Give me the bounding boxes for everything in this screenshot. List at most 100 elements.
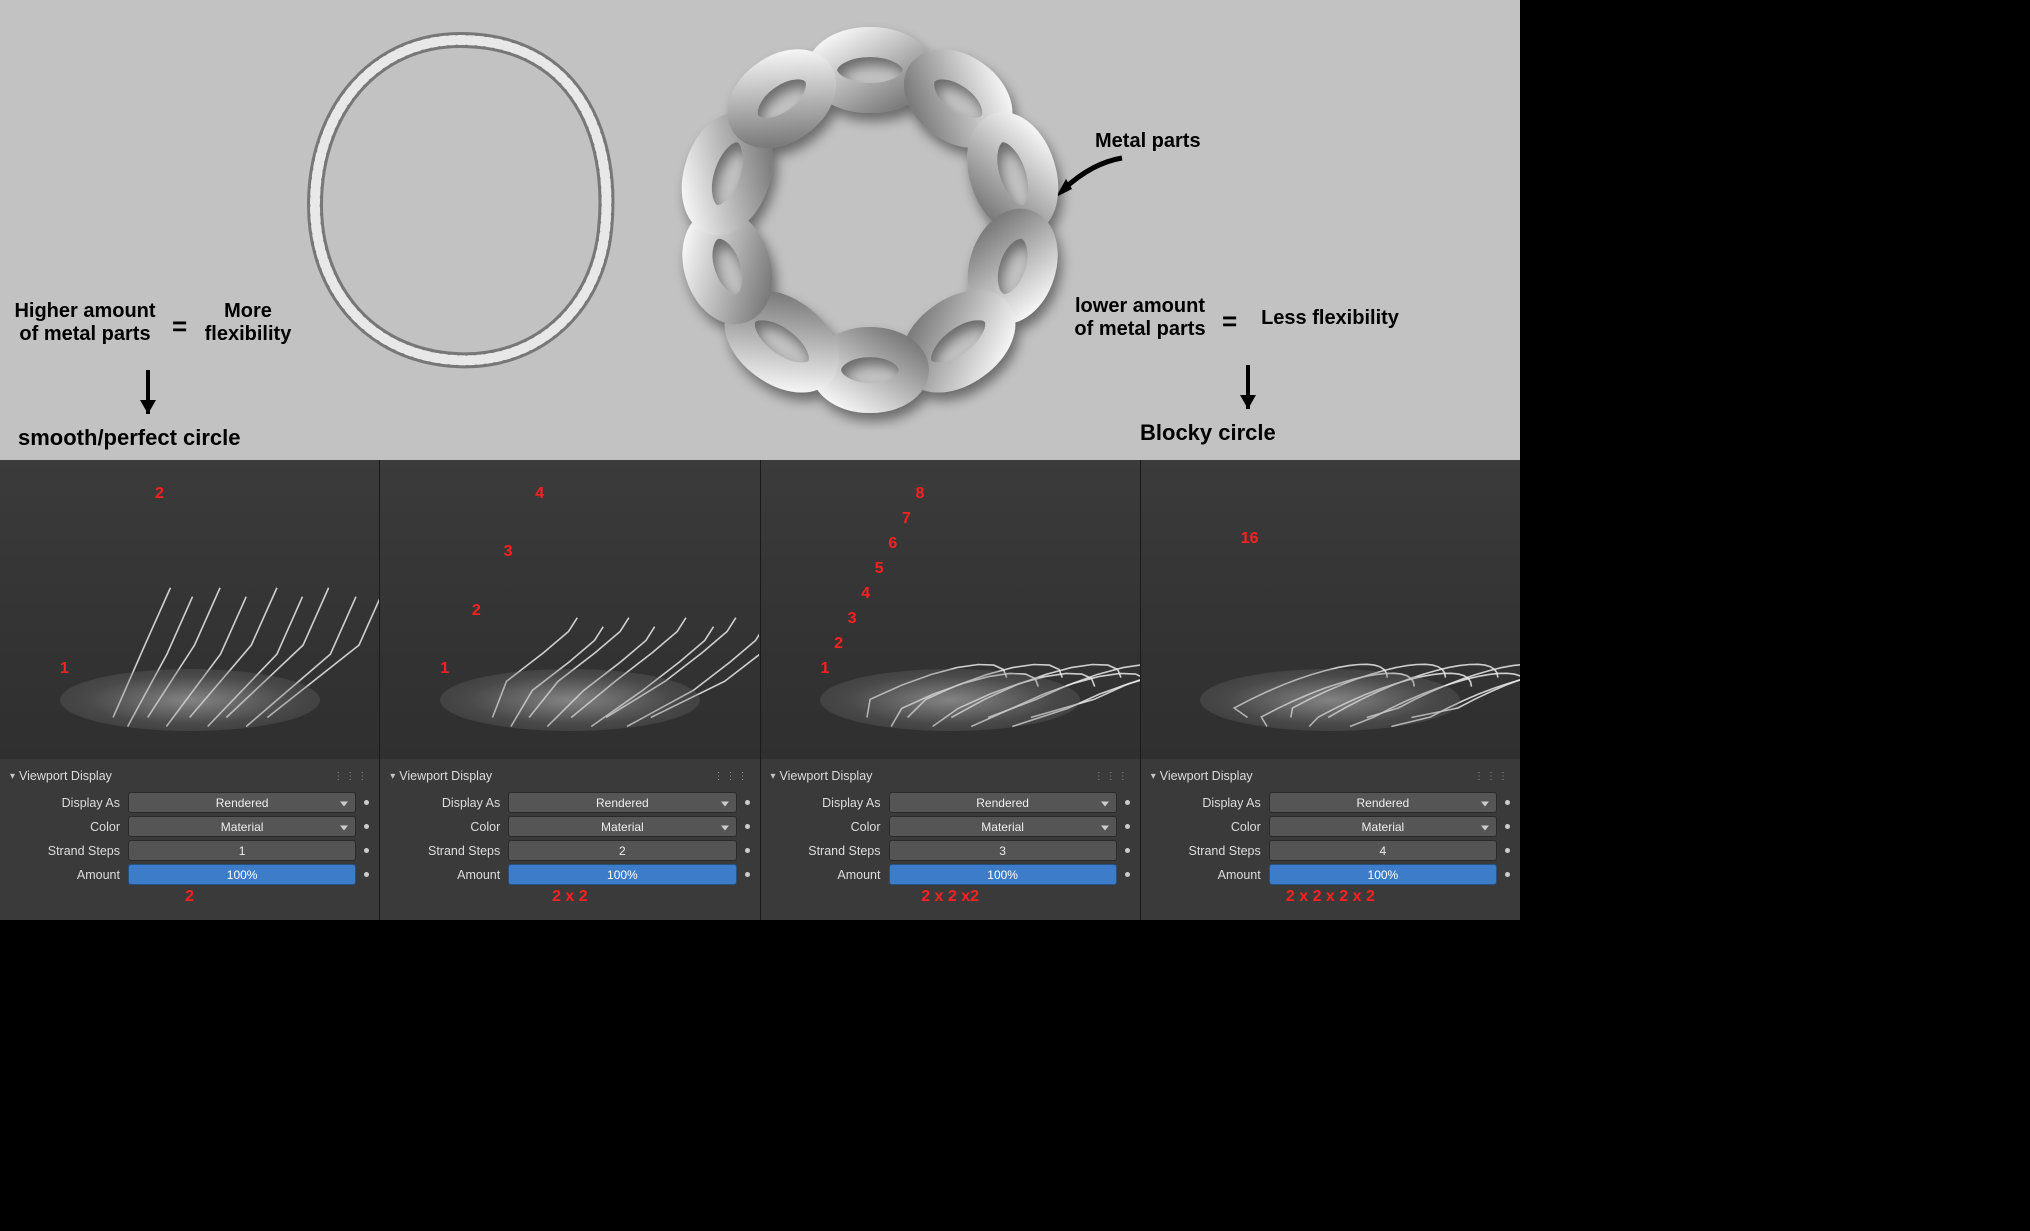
segment-count-label: 16 [1241,530,1259,548]
drag-dots-icon: ⋮⋮⋮ [1474,771,1510,782]
formula-label: 2 x 2 [390,888,749,906]
display-as-select[interactable]: Rendered [508,792,736,813]
segment-number: 8 [916,485,925,503]
segment-number: 4 [861,585,870,603]
panel-title: Viewport Display [1160,769,1253,783]
segment-number: 3 [848,610,857,628]
keyframe-dot-icon[interactable] [1125,824,1130,829]
properties-panel: ▾ Viewport Display ⋮⋮⋮ Display As Render… [0,759,379,920]
color-select[interactable]: Material [508,816,736,837]
color-label: Color [1151,820,1261,834]
viewport[interactable]: 12 [0,460,379,759]
properties-panel: ▾ Viewport Display ⋮⋮⋮ Display As Render… [1141,759,1520,920]
keyframe-dot-icon[interactable] [1125,800,1130,805]
down-arrow-icon [140,400,156,414]
keyframe-dot-icon[interactable] [745,800,750,805]
amount-label: Amount [10,868,120,882]
keyframe-dot-icon[interactable] [745,872,750,877]
color-select[interactable]: Material [1269,816,1497,837]
left-flex-label: More flexibility [198,300,298,346]
chevron-down-icon: ▾ [1151,771,1156,782]
segment-number: 2 [834,635,843,653]
properties-panel: ▾ Viewport Display ⋮⋮⋮ Display As Render… [761,759,1140,920]
keyframe-dot-icon[interactable] [364,800,369,805]
color-select[interactable]: Material [889,816,1117,837]
color-label: Color [10,820,120,834]
segment-number: 5 [875,560,884,578]
chevron-down-icon: ▾ [390,771,395,782]
right-result-label: Blocky circle [1140,420,1276,445]
keyframe-dot-icon[interactable] [1505,872,1510,877]
formula-label: 2 x 2 x 2 x 2 [1151,888,1510,906]
display-as-label: Display As [771,796,881,810]
keyframe-dot-icon[interactable] [1505,848,1510,853]
fine-chain-illustration [290,20,630,370]
keyframe-dot-icon[interactable] [364,824,369,829]
segment-number: 7 [902,510,911,528]
equals-sign: = [172,312,187,342]
keyframe-dot-icon[interactable] [1505,800,1510,805]
ground-plane [1200,669,1460,731]
keyframe-dot-icon[interactable] [1505,824,1510,829]
strand-steps-input[interactable]: 1 [128,840,356,861]
strand-steps-label: Strand Steps [10,844,120,858]
amount-input[interactable]: 100% [1269,864,1497,885]
viewport[interactable]: 12345678 [761,460,1140,759]
display-as-select[interactable]: Rendered [1269,792,1497,813]
color-select[interactable]: Material [128,816,356,837]
blender-panels: 12 ▾ Viewport Display ⋮⋮⋮ Display As Ren… [0,460,1520,920]
panel-header[interactable]: ▾ Viewport Display ⋮⋮⋮ [390,765,749,789]
drag-dots-icon: ⋮⋮⋮ [1094,771,1130,782]
down-arrow-icon [1240,395,1256,409]
display-as-select[interactable]: Rendered [889,792,1117,813]
right-amount-label: lower amountof metal parts [1060,295,1220,341]
panel-header[interactable]: ▾ Viewport Display ⋮⋮⋮ [10,765,369,789]
amount-input[interactable]: 100% [128,864,356,885]
formula-label: 2 [10,888,369,906]
keyframe-dot-icon[interactable] [364,872,369,877]
segment-number: 1 [60,660,69,678]
strand-steps-input[interactable]: 2 [508,840,736,861]
keyframe-dot-icon[interactable] [1125,872,1130,877]
chevron-down-icon: ▾ [10,771,15,782]
keyframe-dot-icon[interactable] [364,848,369,853]
display-as-label: Display As [10,796,120,810]
ground-plane [820,669,1080,731]
panel-header[interactable]: ▾ Viewport Display ⋮⋮⋮ [771,765,1130,789]
ground-plane [440,669,700,731]
strand-steps-input[interactable]: 3 [889,840,1117,861]
panel-title: Viewport Display [19,769,112,783]
panel: 12 ▾ Viewport Display ⋮⋮⋮ Display As Ren… [0,460,379,920]
panel-title: Viewport Display [399,769,492,783]
amount-input[interactable]: 100% [889,864,1117,885]
strand-steps-label: Strand Steps [390,844,500,858]
keyframe-dot-icon[interactable] [745,848,750,853]
segment-number: 4 [535,485,544,503]
right-flex-label: Less flexibility [1250,307,1410,330]
display-as-label: Display As [1151,796,1261,810]
panel: 1234 ▾ Viewport Display ⋮⋮⋮ Display As R… [379,460,759,920]
drag-dots-icon: ⋮⋮⋮ [333,771,369,782]
segment-number: 2 [155,485,164,503]
left-amount-label: Higher amountof metal parts [5,300,165,346]
color-label: Color [390,820,500,834]
amount-input[interactable]: 100% [508,864,736,885]
keyframe-dot-icon[interactable] [745,824,750,829]
amount-label: Amount [390,868,500,882]
panel: 16 ▾ Viewport Display ⋮⋮⋮ Display As Ren… [1140,460,1520,920]
segment-number: 2 [472,602,481,620]
color-label: Color [771,820,881,834]
viewport[interactable]: 1234 [380,460,759,759]
panel-header[interactable]: ▾ Viewport Display ⋮⋮⋮ [1151,765,1510,789]
concept-diagram: Higher amountof metal parts = More flexi… [0,0,1520,460]
drag-dots-icon: ⋮⋮⋮ [714,771,750,782]
segment-number: 1 [440,660,449,678]
metal-parts-label: Metal parts [1095,130,1201,153]
panel-title: Viewport Display [780,769,873,783]
display-as-select[interactable]: Rendered [128,792,356,813]
amount-label: Amount [1151,868,1261,882]
strand-steps-input[interactable]: 4 [1269,840,1497,861]
keyframe-dot-icon[interactable] [1125,848,1130,853]
viewport[interactable]: 16 [1141,460,1520,759]
segment-number: 6 [888,535,897,553]
